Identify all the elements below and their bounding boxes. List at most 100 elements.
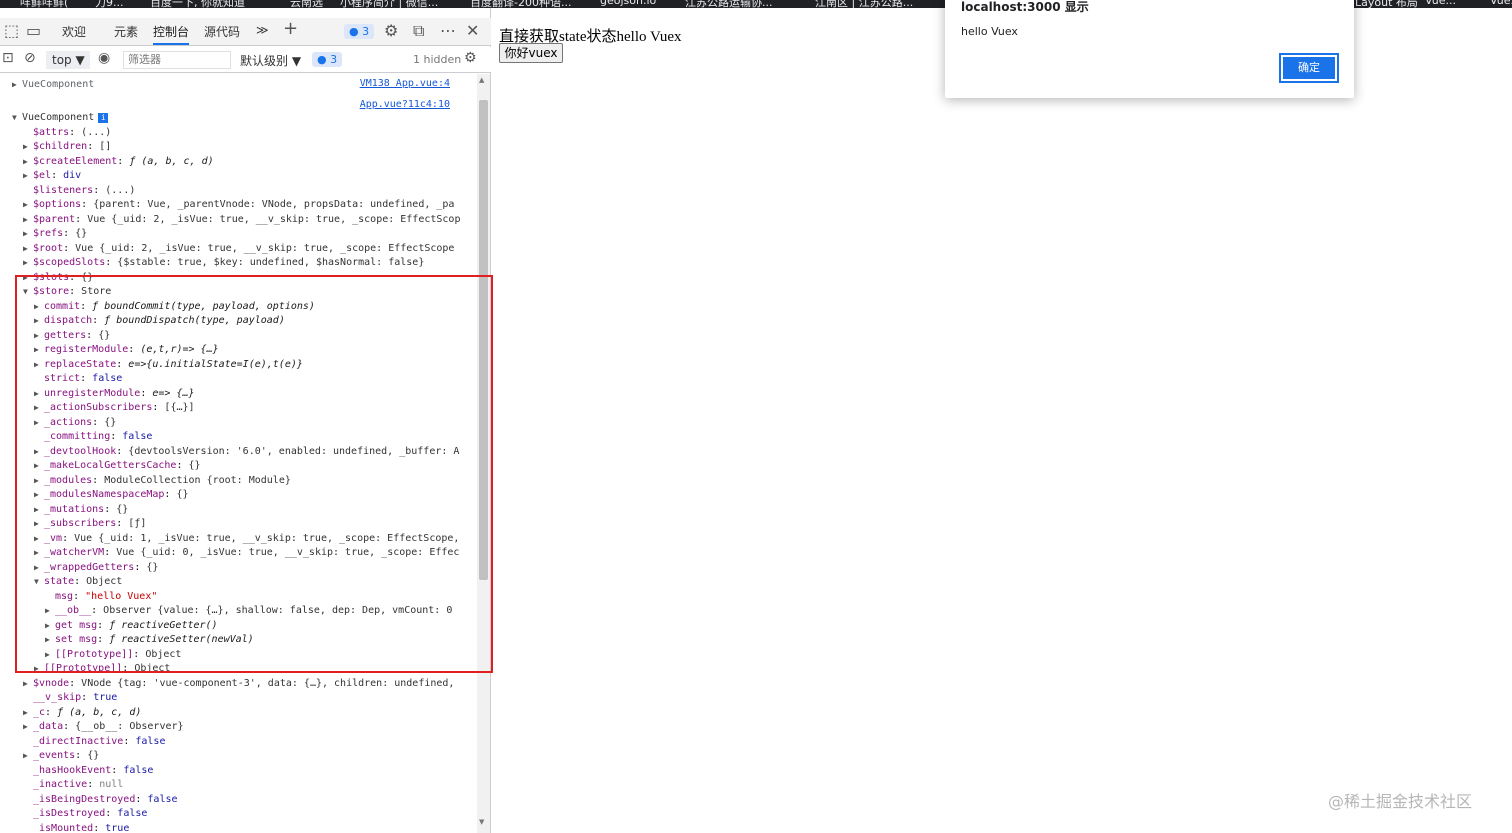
console-line: $listeners: (...) [33, 184, 136, 196]
filter-input[interactable]: 筛选器 [123, 51, 231, 69]
property-key: $options [33, 199, 82, 210]
property-value: true [105, 822, 130, 833]
issues-badge[interactable]: ● 3 [344, 24, 375, 39]
sidebar-toggle-icon[interactable]: ⊡ [2, 50, 14, 66]
bookmark-item[interactable]: Vue... [1490, 0, 1512, 7]
watermark: @稀土掘金技术社区 [1328, 792, 1473, 811]
source-link[interactable]: App.vue?11c4:10 [360, 99, 450, 110]
console-line[interactable]: ▶ $scopedSlots: {$stable: true, $key: und… [23, 256, 424, 270]
console-settings-gear-icon[interactable]: ⚙ [464, 50, 477, 66]
inspect-icon[interactable]: ⬚ [4, 21, 19, 40]
expand-triangle-icon[interactable]: ▶ [23, 706, 33, 720]
bookmark-item[interactable]: 江南区 | 江苏公路... [815, 0, 913, 8]
hello-vuex-button[interactable]: 你好vuex [499, 43, 563, 63]
expand-triangle-icon[interactable]: ▶ [23, 720, 33, 734]
scroll-up-arrow-icon[interactable]: ▲ [479, 76, 484, 84]
console-line[interactable]: ▶ $el: div [23, 169, 81, 183]
property-value: [] [99, 141, 112, 152]
console-line: _isMounted: true [33, 822, 130, 833]
expand-triangle-icon[interactable]: ▶ [23, 242, 33, 256]
bookmark-item[interactable]: Layout 布局 [1355, 0, 1418, 8]
expand-triangle-icon[interactable]: ▶ [23, 140, 33, 154]
property-value: {parent: Vue, _parentVnode: VNode, props… [93, 199, 455, 210]
console-line[interactable]: ▶ _data: {__ob__: Observer} [23, 720, 184, 734]
console-line[interactable]: ▶ $children: [] [23, 140, 111, 154]
console-line[interactable]: ▶ $options: {parent: Vue, _parentVnode: V… [23, 198, 454, 212]
property-key: $root [33, 242, 64, 254]
screen: 咩鲜咩鲜( 力9... 百度一下, 你就知道 云南选 小程序简介 | 微信... 百度翻译… [0, 0, 1512, 833]
info-icon[interactable]: i [98, 113, 109, 123]
console-line[interactable]: ▼ VueComponent i [12, 111, 109, 125]
bookmark-item[interactable]: 咩鲜咩鲜( [20, 0, 68, 8]
message-icon: ● [317, 53, 327, 66]
alert-message: hello Vuex [961, 25, 1018, 38]
devtools-tab-bar: ⬚ ▭ 欢迎 元素 控制台 源代码 ≫ + ● 3 ⚙ ⧉ ⋯ ✕ [0, 18, 491, 46]
customize-icon[interactable]: ⧉ [413, 21, 424, 41]
console-line[interactable]: ▶ $vnode: VNode {tag: 'vue-component-3', … [23, 677, 454, 691]
console-line[interactable]: ▶ _events: {} [23, 749, 99, 763]
bookmark-item[interactable]: 百度翻译-200种语... [470, 0, 571, 8]
property-value: {} [87, 750, 100, 761]
property-key: _isDestroyed [33, 808, 106, 819]
console-line[interactable]: ▶ VueComponent [12, 78, 94, 92]
console-line: _hasHookEvent: false [33, 764, 154, 776]
console-line[interactable]: ▶ _c: ƒ (a, b, c, d) [23, 706, 141, 720]
tab-welcome[interactable]: 欢迎 [62, 23, 86, 40]
bookmark-item[interactable]: Vue... [1425, 0, 1456, 7]
property-key: _inactive [33, 779, 88, 790]
tab-elements[interactable]: 元素 [114, 23, 138, 40]
bookmark-item[interactable]: 江苏公路运输协... [685, 0, 773, 8]
bookmark-item[interactable]: 百度一下, 你就知道 [150, 0, 245, 8]
expand-triangle-icon[interactable]: ▶ [23, 155, 33, 169]
console-line[interactable]: ▶ $root: Vue {_uid: 2, _isVue: true, __v_… [23, 242, 454, 256]
more-options-icon[interactable]: ⋯ [440, 21, 456, 40]
expand-triangle-icon[interactable]: ▶ [23, 198, 33, 212]
scroll-down-arrow-icon[interactable]: ▼ [479, 818, 484, 826]
property-value: Vue {_uid: 2, _isVue: true, __v_skip: tr… [87, 213, 461, 225]
console-line: _isDestroyed: false [33, 808, 148, 819]
expand-triangle-icon[interactable]: ▶ [23, 677, 33, 691]
log-level-value: 默认级别 [240, 54, 289, 68]
tab-console[interactable]: 控制台 [153, 23, 190, 45]
property-value: {$stable: true, $key: undefined, $hasNor… [117, 257, 425, 268]
property-key: _isMounted [33, 822, 94, 833]
expand-triangle-icon[interactable]: ▶ [23, 169, 33, 183]
hidden-count: 1 hidden [413, 53, 462, 66]
bookmark-item[interactable]: 云南选 [290, 0, 323, 8]
expand-triangle-icon[interactable]: ▶ [23, 213, 33, 227]
property-key: $refs [33, 228, 64, 239]
expand-triangle-icon[interactable]: ▶ [23, 749, 33, 763]
chevron-down-icon: ▼ [75, 53, 85, 67]
context-select[interactable]: top ▼ [46, 51, 90, 69]
property-value: false [135, 735, 166, 747]
more-tabs-button[interactable]: ≫ [256, 23, 269, 37]
expand-triangle-icon[interactable]: ▶ [23, 227, 33, 241]
property-value: false [147, 793, 178, 805]
expand-triangle-icon[interactable]: ▶ [23, 256, 33, 270]
property-value: VueComponent [22, 79, 95, 90]
tab-sources[interactable]: 源代码 [204, 23, 240, 40]
settings-gear-icon[interactable]: ⚙ [384, 21, 398, 40]
property-key: _directInactive [33, 735, 124, 747]
expand-triangle-icon[interactable]: ▶ [12, 78, 22, 92]
console-line[interactable]: ▶ $createElement: ƒ (a, b, c, d) [23, 155, 214, 169]
alert-ok-button[interactable]: 确定 [1279, 53, 1339, 83]
device-toolbar-icon[interactable]: ▭ [26, 21, 41, 40]
close-devtools-button[interactable]: ✕ [466, 21, 479, 40]
source-link[interactable]: VM138 App.vue:4 [360, 78, 450, 89]
property-key: $children [33, 141, 88, 152]
console-line[interactable]: ▶ $parent: Vue {_uid: 2, _isVue: true, __… [23, 213, 460, 227]
property-key: $parent [33, 213, 76, 225]
live-expression-eye-icon[interactable]: ◉ [98, 50, 110, 66]
log-level-select[interactable]: 默认级别 ▼ [240, 52, 301, 69]
property-value: Vue {_uid: 2, _isVue: true, __v_skip: tr… [75, 242, 455, 254]
bookmark-item[interactable]: 小程序简介 | 微信... [340, 0, 438, 8]
console-line[interactable]: ▶ $refs: {} [23, 227, 87, 241]
bookmark-item[interactable]: 力9... [95, 0, 124, 8]
collapse-triangle-icon[interactable]: ▼ [12, 111, 22, 125]
bookmark-item[interactable]: geojson.io [600, 0, 656, 7]
add-tab-button[interactable]: + [283, 18, 298, 39]
issues-badge-toolbar[interactable]: ● 3 [312, 52, 343, 67]
clear-console-icon[interactable]: ⊘ [24, 50, 36, 66]
message-icon: ● [349, 25, 359, 38]
